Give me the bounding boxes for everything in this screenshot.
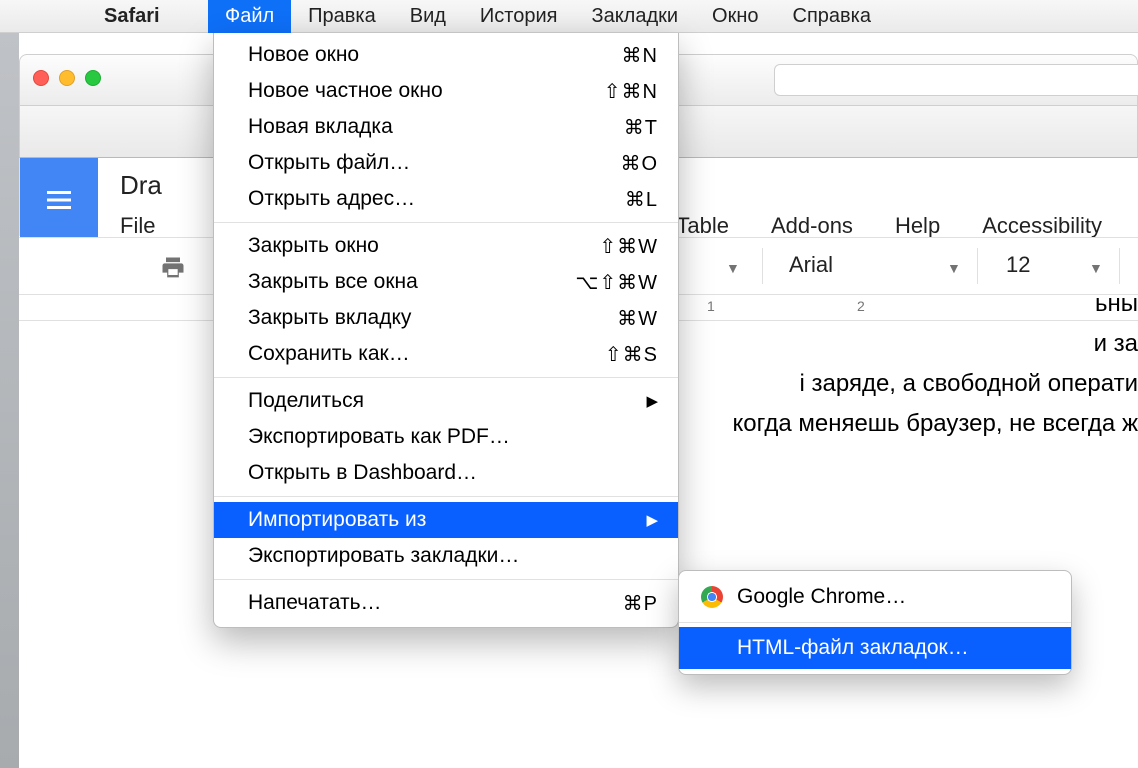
menu-item-shortcut: ⌥⇧⌘W [575, 270, 658, 295]
menu-item-label: Напечатать… [248, 591, 623, 615]
text-line: і заряде, а свободной операти [800, 366, 1138, 402]
menubar-item-bookmarks[interactable]: Закладки [574, 0, 695, 33]
menu-separator [214, 377, 678, 378]
menu-item-new-window[interactable]: Новое окно ⌘N [214, 37, 678, 73]
chrome-icon [701, 586, 723, 608]
submenu-item-label: Google Chrome… [737, 585, 906, 609]
menu-item-export-pdf[interactable]: Экспортировать как PDF… [214, 419, 678, 455]
menu-item-label: Новая вкладка [248, 115, 624, 139]
menu-item-share[interactable]: Поделиться ▶ [214, 383, 678, 419]
menubar-item-help[interactable]: Справка [776, 0, 888, 33]
menu-item-label: Сохранить как… [248, 342, 605, 366]
dropdown-arrow-icon[interactable]: ▼ [726, 260, 740, 276]
menu-item-new-tab[interactable]: Новая вкладка ⌘T [214, 109, 678, 145]
menu-item-label: Закрыть вкладку [248, 306, 617, 330]
submenu-item-label: HTML-файл закладок… [737, 636, 969, 660]
menu-item-print[interactable]: Напечатать… ⌘P [214, 585, 678, 621]
gdoc-font-selector[interactable]: Arial [789, 252, 833, 278]
menu-item-save-as[interactable]: Сохранить как… ⇧⌘S [214, 336, 678, 372]
text-line: когда меняешь браузер, не всегда ж [733, 406, 1138, 442]
menu-item-shortcut: ⇧⌘N [604, 79, 658, 104]
menu-separator [214, 579, 678, 580]
menu-separator [679, 622, 1071, 623]
menu-item-shortcut: ⇧⌘S [605, 342, 658, 367]
ruler-mark: 2 [857, 298, 865, 314]
menu-item-import-from[interactable]: Импортировать из ▶ [214, 502, 678, 538]
menubar-item-file[interactable]: Файл [208, 0, 291, 33]
gdoc-fontsize-selector[interactable]: 12 [1006, 252, 1030, 278]
menu-item-label: Поделиться [248, 389, 638, 413]
menu-item-label: Открыть файл… [248, 151, 620, 175]
menu-item-open-file[interactable]: Открыть файл… ⌘O [214, 145, 678, 181]
dropdown-arrow-icon[interactable]: ▼ [947, 260, 961, 276]
text-line: ьны [1095, 286, 1138, 322]
submenu-arrow-icon: ▶ [646, 511, 658, 529]
apple-logo-icon[interactable] [44, 0, 68, 33]
menu-item-shortcut: ⌘P [623, 591, 658, 616]
menubar-item-window[interactable]: Окно [695, 0, 775, 33]
menu-item-open-dashboard[interactable]: Открыть в Dashboard… [214, 455, 678, 491]
menu-item-label: Новое частное окно [248, 79, 604, 103]
menu-item-shortcut: ⌘N [622, 43, 658, 68]
gdoc-logo-icon[interactable] [20, 158, 98, 242]
window-zoom-button[interactable] [85, 70, 101, 86]
dropdown-arrow-icon[interactable]: ▼ [1089, 260, 1103, 276]
menubar-item-history[interactable]: История [463, 0, 575, 33]
menu-item-shortcut: ⌘L [625, 187, 658, 212]
mac-menubar: Safari Файл Правка Вид История Закладки … [0, 0, 1138, 33]
menu-item-shortcut: ⌘O [620, 151, 658, 176]
toolbar-separator [977, 248, 978, 284]
submenu-item-html-bookmarks[interactable]: HTML-файл закладок… [679, 627, 1071, 669]
file-menu-dropdown: Новое окно ⌘N Новое частное окно ⇧⌘N Нов… [213, 33, 679, 628]
menu-item-label: Закрыть все окна [248, 270, 575, 294]
menu-item-label: Открыть адрес… [248, 187, 625, 211]
toolbar-separator [1119, 248, 1120, 284]
menu-item-shortcut: ⌘T [624, 115, 658, 140]
menu-item-shortcut: ⌘W [617, 306, 658, 331]
submenu-item-google-chrome[interactable]: Google Chrome… [679, 576, 1071, 618]
menu-item-shortcut: ⇧⌘W [599, 234, 658, 259]
menubar-item-edit[interactable]: Правка [291, 0, 393, 33]
print-icon[interactable] [159, 254, 187, 280]
menu-item-label: Открыть в Dashboard… [248, 461, 658, 485]
submenu-arrow-icon: ▶ [646, 392, 658, 410]
menubar-item-view[interactable]: Вид [393, 0, 463, 33]
text-line: и за [1094, 326, 1138, 362]
menu-item-new-private-window[interactable]: Новое частное окно ⇧⌘N [214, 73, 678, 109]
safari-address-bar[interactable] [774, 64, 1138, 96]
menu-item-label: Закрыть окно [248, 234, 599, 258]
menubar-app-name[interactable]: Safari [104, 0, 160, 33]
window-close-button[interactable] [33, 70, 49, 86]
toolbar-separator [762, 248, 763, 284]
window-traffic-lights [33, 70, 101, 86]
menu-item-export-bookmarks[interactable]: Экспортировать закладки… [214, 538, 678, 574]
menu-item-close-tab[interactable]: Закрыть вкладку ⌘W [214, 300, 678, 336]
menu-item-open-location[interactable]: Открыть адрес… ⌘L [214, 181, 678, 217]
menu-separator [214, 222, 678, 223]
desktop-background-strip [0, 33, 19, 768]
menu-separator [214, 496, 678, 497]
window-minimize-button[interactable] [59, 70, 75, 86]
menubar-items: Файл Правка Вид История Закладки Окно Сп… [208, 0, 888, 33]
import-from-submenu: Google Chrome… HTML-файл закладок… [678, 570, 1072, 675]
menu-item-close-window[interactable]: Закрыть окно ⇧⌘W [214, 228, 678, 264]
ruler-mark: 1 [707, 298, 715, 314]
menu-item-label: Импортировать из [248, 508, 638, 532]
menu-item-label: Новое окно [248, 43, 622, 67]
menu-item-label: Экспортировать как PDF… [248, 425, 658, 449]
menu-item-label: Экспортировать закладки… [248, 544, 658, 568]
menu-item-close-all-windows[interactable]: Закрыть все окна ⌥⇧⌘W [214, 264, 678, 300]
